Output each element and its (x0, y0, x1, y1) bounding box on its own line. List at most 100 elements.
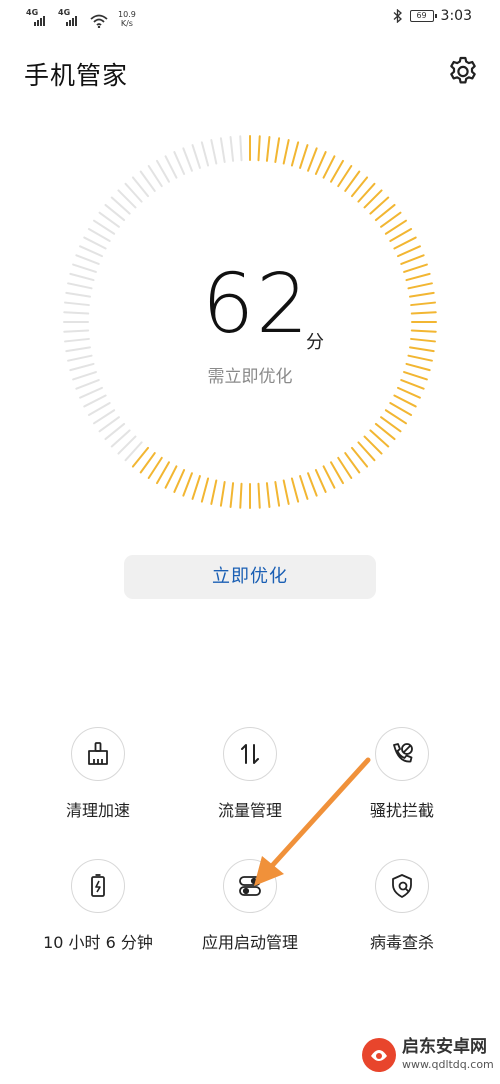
dial-tick (407, 282, 433, 290)
status-right: 69 3:03 (393, 8, 472, 24)
phone-block-icon (393, 743, 413, 763)
bluetooth-icon (393, 9, 402, 23)
tool-traffic[interactable]: 流量管理 (180, 727, 320, 821)
watermark-logo-icon (362, 1038, 396, 1072)
dial-tick (156, 159, 170, 183)
dial-tick (274, 137, 281, 163)
dial-tick (191, 475, 201, 500)
dial-tick (63, 329, 90, 333)
tool-cleanup[interactable]: 清理加速 (28, 727, 168, 821)
speed-unit: K/s (120, 19, 133, 28)
dial-tick (257, 482, 261, 509)
tool-icon-circle (223, 859, 277, 913)
dial-tick (405, 272, 431, 282)
score-value: 62 (202, 257, 311, 352)
dial-tick (409, 291, 435, 298)
dial-tick (83, 394, 107, 408)
dial-tick (322, 155, 336, 179)
tool-icon-circle (223, 727, 277, 781)
dial-tick (393, 236, 417, 250)
tool-icon-circle (375, 727, 429, 781)
tool-app-launch[interactable]: 应用启动管理 (180, 859, 320, 953)
dial-tick (410, 337, 436, 343)
broom-icon (88, 742, 108, 765)
watermark-url: www.qdltdq.com (402, 1058, 494, 1071)
dial-tick (314, 151, 327, 176)
dial-tick (67, 282, 93, 290)
battery-indicator: 69 (409, 10, 437, 22)
dial-tick (191, 144, 201, 169)
dial-tick (147, 456, 163, 479)
dial-tick (210, 139, 218, 165)
status-bar: 4G 4G 10.9 K/s 69 3:03 (0, 0, 500, 36)
tool-battery[interactable]: 10 小时 6 分钟 (28, 859, 168, 953)
dial-tick (229, 136, 235, 162)
dial-tick (322, 465, 336, 489)
dial-tick (409, 346, 435, 353)
dial-tick (87, 402, 111, 416)
dial-tick (79, 245, 104, 258)
dial-tick (410, 329, 437, 333)
dial-tick (239, 482, 243, 509)
dial-tick (210, 479, 218, 505)
score-status: 需立即优化 (207, 367, 293, 387)
app-launch-icon (239, 876, 261, 896)
score-unit: 分 (306, 332, 324, 353)
tool-label: 病毒查杀 (369, 933, 434, 952)
dial-tick (67, 354, 93, 362)
dial-tick (257, 135, 261, 162)
dial-tick (396, 245, 421, 258)
dial-tick (282, 479, 290, 505)
dial-tick (384, 409, 407, 425)
dial-tick (64, 337, 90, 343)
dial-tick (314, 468, 327, 493)
network-speed: 10.9 K/s (118, 10, 136, 28)
tool-icon-circle (71, 859, 125, 913)
dial-tick (147, 165, 163, 188)
signal-icon: 4G (58, 8, 84, 28)
tool-label: 清理加速 (65, 801, 130, 820)
dial-tick (396, 386, 421, 399)
dial-tick (290, 141, 300, 167)
tool-label: 流量管理 (217, 801, 282, 820)
dial-tick (410, 301, 436, 307)
dial-tick (93, 219, 116, 235)
battery-icon (91, 874, 105, 897)
dial-tick (65, 346, 91, 353)
data-traffic-icon (241, 744, 259, 764)
dial-tick (79, 386, 104, 399)
gear-icon[interactable] (446, 54, 480, 88)
dial-tick (389, 402, 413, 416)
status-left: 4G 4G 10.9 K/s (26, 6, 136, 28)
dial-tick (64, 301, 90, 307)
dial-tick (75, 254, 100, 265)
dial-tick (400, 254, 425, 265)
watermark: 启东安卓网 www.qdltdq.com (360, 1032, 494, 1080)
optimize-button[interactable]: 立即优化 (124, 555, 376, 599)
dial-tick (384, 219, 407, 235)
dial-tick (164, 155, 178, 179)
dial-tick (299, 475, 309, 500)
dial-tick (72, 263, 97, 273)
dial-tick (330, 159, 344, 183)
dial-tick (219, 137, 226, 163)
dial-tick (65, 291, 91, 298)
dial-tick (265, 482, 271, 508)
dial-tick (63, 311, 90, 315)
dial-tick (239, 135, 243, 162)
dial-tick (69, 272, 95, 282)
dial-tick (403, 263, 428, 273)
dial-tick (164, 465, 178, 489)
dial-tick (200, 477, 210, 503)
dial-tick (282, 139, 290, 165)
dial-tick (229, 482, 235, 508)
tool-virus-scan[interactable]: 病毒查杀 (332, 859, 472, 953)
tool-block[interactable]: 骚扰拦截 (332, 727, 472, 821)
wifi-icon (90, 14, 108, 28)
clock: 3:03 (440, 8, 472, 24)
dial-tick (182, 147, 193, 172)
dial-tick (410, 311, 437, 315)
dial-tick (93, 409, 116, 425)
dial-tick (307, 147, 318, 172)
virus-scan-icon (392, 874, 412, 898)
